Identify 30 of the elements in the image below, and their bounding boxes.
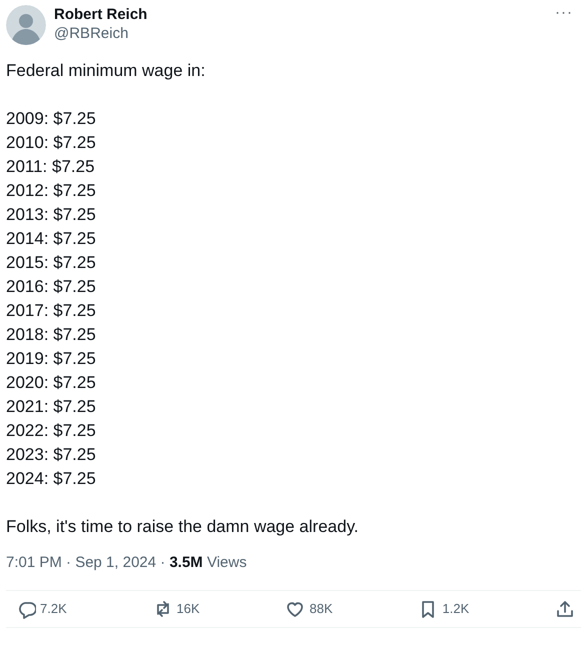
bookmark-button[interactable]: 1.2K [418,599,470,619]
tweet-text: 2019: $7.25 [6,348,97,370]
tweet-text: Folks, it's time to raise the damn wage already. [6,516,360,538]
share-button[interactable] [554,599,575,619]
tweet-text: 2009: $7.25 [6,108,97,130]
repost-button[interactable]: 16K [152,599,200,619]
tweet-text: 2013: $7.25 [6,204,97,226]
share-icon [554,599,575,619]
tweet-text: 2010: $7.25 [6,132,97,154]
tweet-text: 2015: $7.25 [6,252,97,274]
heart-button[interactable]: 88K [285,599,333,619]
more-button[interactable]: ··· [555,5,573,20]
tweet-text: 2016: $7.25 [6,276,97,298]
author-handle[interactable]: @RBReich [54,24,555,43]
tweet-text: 2011: $7.25 [6,156,96,178]
tweet-text: 2020: $7.25 [6,372,97,394]
author-name[interactable]: Robert Reich [54,5,555,24]
tweet-text: 2022: $7.25 [6,420,97,442]
tweet-text: 2024: $7.25 [6,468,97,490]
tweet-text: Federal minimum wage in: [6,60,206,82]
avatar[interactable] [6,5,46,45]
reply-icon [16,599,36,619]
tweet-text: 2023: $7.25 [6,444,97,466]
tweet-text: 2014: $7.25 [6,228,97,250]
tweet-text: 2012: $7.25 [6,180,97,202]
tweet-meta: 7:01 PM · Sep 1, 2024 · 3.5M Views [6,553,247,573]
tweet-text: 2017: $7.25 [6,300,97,322]
tweet-text: 2021: $7.25 [6,396,97,418]
reply-button[interactable]: 7.2K [16,599,67,619]
tweet-text: 2018: $7.25 [6,324,97,346]
